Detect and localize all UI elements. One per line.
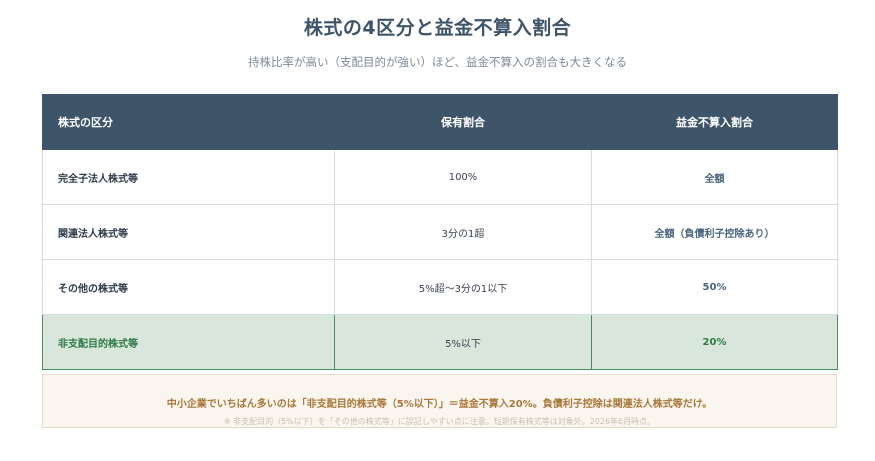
header-holding-ratio: 保有割合 bbox=[334, 94, 592, 150]
note-box: 中小企業でいちばん多いのは「非支配目的株式等（5%以下）」＝益金不算入20%。負… bbox=[42, 374, 837, 428]
row-holding: 100% bbox=[334, 149, 592, 205]
page-title: 株式の4区分と益金不算入割合 bbox=[303, 17, 572, 39]
row-exclusion: 全額（負債利子控除あり） bbox=[591, 204, 838, 260]
row-holding: 5%超〜3分の1以下 bbox=[334, 259, 592, 315]
table-row: 関連法人株式等 3分の1超 全額（負債利子控除あり） bbox=[42, 204, 838, 260]
stock-classification-table: 株式の区分 保有割合 益金不算入割合 完全子法人株式等 100% 全額 関連法人… bbox=[42, 94, 838, 370]
table-header-row: 株式の区分 保有割合 益金不算入割合 bbox=[42, 94, 838, 150]
row-exclusion: 全額 bbox=[591, 149, 838, 205]
row-holding: 3分の1超 bbox=[334, 204, 592, 260]
row-holding: 5%以下 bbox=[334, 314, 592, 370]
header-category: 株式の区分 bbox=[42, 94, 335, 150]
table-row: 完全子法人株式等 100% 全額 bbox=[42, 149, 838, 205]
row-category: 関連法人株式等 bbox=[42, 204, 335, 260]
note-footnote: ※ 非支配目的（5%以下）を「その他の株式等」に誤記しやすい点に注意。短期保有株… bbox=[223, 417, 656, 426]
table-row-highlighted: 非支配目的株式等 5%以下 20% bbox=[42, 314, 838, 370]
row-exclusion: 20% bbox=[591, 314, 838, 370]
header-exclusion-ratio: 益金不算入割合 bbox=[591, 94, 838, 150]
page: 株式の4区分と益金不算入割合 持株比率が高い（支配目的が強い）ほど、益金不算入の… bbox=[0, 0, 875, 461]
row-category: 非支配目的株式等 bbox=[42, 314, 335, 370]
row-exclusion: 50% bbox=[591, 259, 838, 315]
row-category: その他の株式等 bbox=[42, 259, 335, 315]
note-main-text: 中小企業でいちばん多いのは「非支配目的株式等（5%以下）」＝益金不算入20%。負… bbox=[166, 399, 713, 410]
row-category: 完全子法人株式等 bbox=[42, 149, 335, 205]
page-subtitle: 持株比率が高い（支配目的が強い）ほど、益金不算入の割合も大きくなる bbox=[248, 55, 627, 69]
table-row: その他の株式等 5%超〜3分の1以下 50% bbox=[42, 259, 838, 315]
